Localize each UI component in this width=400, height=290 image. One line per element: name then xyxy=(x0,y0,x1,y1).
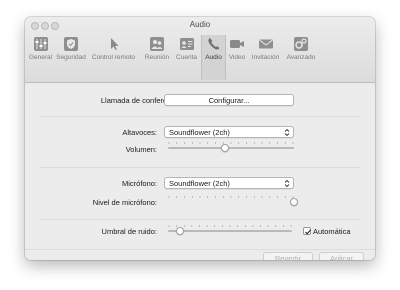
tab-general[interactable]: General xyxy=(27,35,54,80)
checkmark-icon xyxy=(305,229,311,235)
cursor-icon xyxy=(110,38,118,50)
chevron-updown-icon xyxy=(284,179,290,188)
separator xyxy=(39,116,361,117)
noise-label: Umbral de ruido: xyxy=(101,227,157,236)
slider-track xyxy=(168,147,294,149)
tab-label: Seguridad xyxy=(56,54,86,61)
audio-preferences-window: Audio General Seguridad Control remoto R… xyxy=(25,17,375,260)
revert-button[interactable]: Revertir xyxy=(263,252,313,260)
speakers-select[interactable]: Soundflower (2ch) xyxy=(164,126,294,138)
tab-label: Video xyxy=(228,54,246,61)
tab-security[interactable]: Seguridad xyxy=(54,35,88,80)
mic-level-indicator xyxy=(168,196,298,206)
slider-ticks xyxy=(168,142,294,144)
tab-label: Cuenta xyxy=(176,54,197,61)
tab-video[interactable]: Video xyxy=(226,35,248,80)
tab-label: Invitación xyxy=(251,54,280,61)
envelope-icon xyxy=(258,39,273,49)
tab-audio[interactable]: Audio xyxy=(201,35,226,80)
mic-level-label: Nivel de micrófono: xyxy=(92,198,157,207)
account-icon xyxy=(179,38,194,50)
tab-account[interactable]: Cuenta xyxy=(173,35,200,80)
video-icon xyxy=(230,40,244,48)
slider-track xyxy=(168,230,292,232)
gears-icon xyxy=(294,37,308,51)
tab-label: Audio xyxy=(205,54,222,61)
slider-ticks xyxy=(168,225,292,227)
automatic-checkbox[interactable] xyxy=(303,227,311,235)
chevron-updown-icon xyxy=(284,128,290,137)
tab-meeting[interactable]: Reunión xyxy=(143,35,171,80)
tab-invitation[interactable]: Invitación xyxy=(248,35,283,80)
phone-icon xyxy=(207,38,219,50)
audio-settings-panel: Llamada de conferencia: Configurar... Al… xyxy=(25,83,375,260)
speakers-label: Altavoces: xyxy=(122,128,157,137)
tab-label: Avanzado xyxy=(286,54,316,61)
apply-button[interactable]: Aplicar xyxy=(319,252,364,260)
window-title: Audio xyxy=(189,20,211,29)
tab-remote-control[interactable]: Control remoto xyxy=(88,35,139,80)
configure-button[interactable]: Configurar... xyxy=(164,94,294,106)
microphone-select-value: Soundflower (2ch) xyxy=(169,179,230,188)
separator xyxy=(39,219,361,220)
footer-separator xyxy=(25,249,375,250)
tab-label: Control remoto xyxy=(92,54,135,61)
speakers-select-value: Soundflower (2ch) xyxy=(169,128,230,137)
level-knob xyxy=(290,198,298,206)
tab-advanced[interactable]: Avanzado xyxy=(283,35,319,80)
separator xyxy=(39,167,361,168)
title-bar: Audio General Seguridad Control remoto R… xyxy=(25,17,375,83)
level-track xyxy=(168,201,294,203)
automatic-label: Automática xyxy=(313,227,351,236)
volume-slider[interactable] xyxy=(168,142,294,152)
shield-icon xyxy=(64,37,78,51)
slider-ticks xyxy=(168,196,294,198)
meeting-icon xyxy=(150,37,164,51)
sliders-icon xyxy=(33,37,48,51)
slider-knob[interactable] xyxy=(176,227,185,235)
microphone-select[interactable]: Soundflower (2ch) xyxy=(164,177,294,189)
noise-slider[interactable] xyxy=(168,225,292,235)
tab-label: General xyxy=(28,54,53,61)
microphone-label: Micrófono: xyxy=(121,179,157,188)
slider-knob[interactable] xyxy=(220,144,229,152)
volume-label: Volumen: xyxy=(125,145,157,154)
tab-label: Reunión xyxy=(144,54,170,61)
